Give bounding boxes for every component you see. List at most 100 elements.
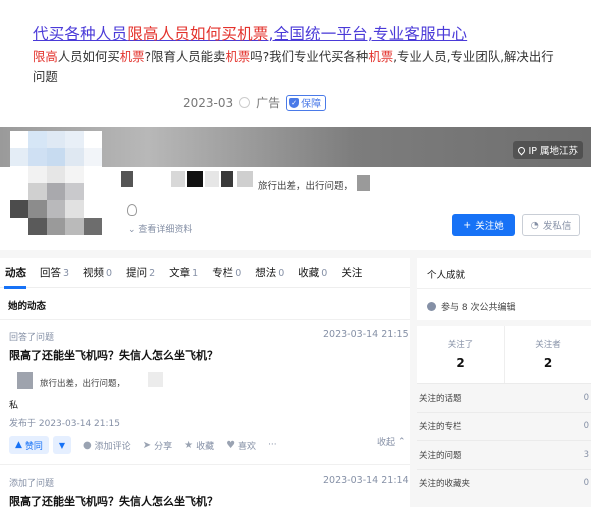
question-title-link[interactable]: 限高了还能坐飞机吗？失信人怎么坐飞机？: [9, 493, 218, 507]
guarantee-badge[interactable]: ✓ 保障: [286, 94, 327, 111]
info-circle-icon[interactable]: [239, 97, 251, 108]
like-label: 喜欢: [238, 441, 257, 452]
question-title-link[interactable]: 限高了还能坐飞机吗？失信人怎么坐飞机？: [9, 347, 218, 363]
row-value: 3: [583, 449, 589, 460]
follow-button-label: 关注她: [475, 221, 504, 232]
tab-articles[interactable]: 文章 1: [164, 258, 207, 288]
following-count: 2: [456, 356, 465, 370]
more-icon: ···: [268, 440, 277, 450]
divider: [0, 319, 410, 320]
tab-count: 1: [192, 267, 199, 279]
following-label: 关注了: [447, 340, 474, 350]
follow-stats-card: 关注了 2 关注者 2: [417, 326, 591, 383]
ad-desc-highlight: 限高: [33, 49, 58, 64]
like-button[interactable]: ♥ 喜欢: [226, 439, 256, 452]
tab-columns[interactable]: 专栏 0: [207, 258, 250, 288]
triangle-up-icon: ▲: [15, 440, 22, 450]
answer-excerpt[interactable]: 私: [9, 398, 18, 411]
location-pin-icon: [516, 145, 527, 155]
tab-answers[interactable]: 回答 3: [35, 258, 78, 288]
ad-date: 2023-03: [183, 95, 234, 110]
chat-bubble-icon: ◔: [530, 219, 539, 231]
tab-label: 动态: [5, 266, 26, 279]
tab-label: 想法: [255, 266, 277, 279]
section-title: 她的动态: [8, 301, 47, 312]
activity-label: 回答了问题: [9, 333, 55, 343]
username-redacted: [205, 171, 219, 187]
send-message-label: 发私信: [542, 221, 572, 232]
downvote-button[interactable]: ▼: [52, 436, 71, 454]
tab-thoughts[interactable]: 想法 0: [250, 258, 293, 288]
ad-title-highlight: 限高人员如何买机票: [127, 25, 269, 43]
tab-questions[interactable]: 提问 2: [121, 258, 164, 288]
upvote-button[interactable]: ▲ 赞同: [9, 436, 49, 454]
ad-desc-text: ?限育人员能卖: [144, 49, 226, 64]
tab-activity[interactable]: 动态: [0, 258, 35, 289]
comment-label: 添加评论: [94, 441, 131, 452]
upvote-label: 赞同: [24, 441, 43, 452]
publish-date[interactable]: 发布于 2023-03-14 21:15: [9, 416, 120, 429]
public-edit-text: 参与 8 次公共编辑: [441, 303, 516, 313]
ad-title-link[interactable]: 代买各种人员限高人员如何买机票,全国统一平台,专业客服中心: [33, 22, 467, 44]
bio-redacted: [357, 175, 370, 191]
view-details-link[interactable]: ⌄ 查看详细资料: [128, 222, 192, 235]
username-redacted: [121, 171, 133, 187]
ad-desc-highlight: 机票: [225, 49, 251, 64]
row-value: 0: [583, 478, 589, 489]
share-label: 分享: [154, 441, 173, 452]
more-button[interactable]: ···: [268, 440, 277, 450]
ad-meta: 2023-03 广告 ✓ 保障: [183, 94, 327, 111]
activity-time: 2023-03-14 21:14: [323, 475, 409, 486]
avatar[interactable]: [10, 131, 102, 235]
public-edit-stat: 参与 8 次公共编辑: [427, 300, 515, 313]
divider: [0, 464, 410, 465]
tab-label: 关注: [341, 266, 363, 279]
tab-count: 0: [235, 267, 242, 279]
lightbulb-icon: [127, 204, 137, 216]
ip-location-text: IP 属地江苏: [528, 146, 578, 157]
followed-questions-link[interactable]: 关注的问题 3: [417, 440, 591, 469]
answer-actions: ▲ 赞同 ▼ ● 添加评论 ➤ 分享 ★ 收藏 ♥ 喜欢 ··· 收起 ⌃: [9, 435, 406, 455]
achievements-title: 个人成就: [427, 270, 466, 281]
share-button[interactable]: ➤ 分享: [143, 439, 172, 452]
tab-label: 专栏: [212, 266, 234, 279]
tab-following[interactable]: 关注: [336, 258, 371, 288]
tab-count: 0: [278, 267, 285, 279]
profile-bio: 旅行出差，出行问题，: [258, 181, 354, 192]
tab-favorites[interactable]: 收藏 0: [293, 258, 336, 288]
divider: [417, 288, 591, 289]
author-avatar[interactable]: [17, 372, 33, 389]
followers-stat[interactable]: 关注者 2: [504, 326, 591, 383]
followed-columns-link[interactable]: 关注的专栏 0: [417, 411, 591, 441]
shield-icon: ✓: [289, 97, 300, 108]
chevron-up-icon: ⌃: [398, 436, 406, 447]
row-value: 0: [583, 392, 589, 403]
ip-location-tag: IP 属地江苏: [513, 141, 583, 159]
collapse-button[interactable]: 收起 ⌃: [377, 435, 406, 449]
tab-count: 2: [149, 267, 156, 279]
ad-description: 限高人员如何买机票?限育人员能卖机票吗?我们专业代买各种机票,专业人员,专业团队…: [33, 47, 563, 87]
followed-collections-link[interactable]: 关注的收藏夹 0: [417, 468, 591, 498]
tab-label: 回答: [40, 266, 61, 279]
author-bio: 旅行出差，出行问题，: [40, 379, 126, 389]
follow-button[interactable]: + 关注她: [452, 214, 515, 236]
favorite-button[interactable]: ★ 收藏: [184, 439, 214, 452]
send-message-button[interactable]: ◔ 发私信: [522, 214, 580, 236]
tab-label: 提问: [126, 266, 148, 279]
share-icon: ➤: [142, 439, 152, 451]
edit-icon: [427, 302, 436, 311]
tab-label: 文章: [169, 266, 191, 279]
activity-time: 2023-03-14 21:15: [323, 329, 409, 340]
followed-topics-link[interactable]: 关注的话题 0: [417, 383, 591, 412]
achievements-card: 个人成就 参与 8 次公共编辑: [417, 258, 591, 320]
comment-button[interactable]: ● 添加评论: [83, 439, 131, 452]
tab-count: 3: [63, 267, 70, 279]
following-stat[interactable]: 关注了 2: [417, 326, 504, 383]
activity-label: 添加了问题: [9, 479, 55, 489]
heart-icon: ♥: [226, 439, 236, 451]
row-value: 0: [583, 421, 589, 432]
tab-videos[interactable]: 视频 0: [78, 258, 121, 288]
tab-label: 视频: [83, 266, 105, 279]
ad-title-part: 代买各种人员: [33, 25, 128, 43]
view-details-label: 查看详细资料: [138, 225, 193, 235]
